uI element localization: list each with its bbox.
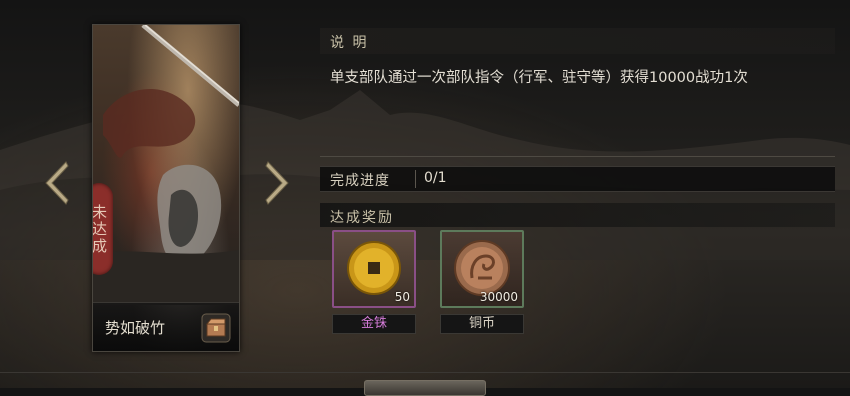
progress-value: 0/1 [424, 170, 447, 186]
rewards-header: 达成奖励 [320, 203, 835, 227]
treasure-chest-icon[interactable] [201, 313, 231, 343]
chevron-right-icon [265, 161, 289, 205]
rewards-header-label: 达成奖励 [330, 210, 394, 226]
reward-name: 金铢 [332, 314, 416, 334]
reward-quantity: 50 [394, 290, 410, 304]
description-text: 单支部队通过一次部队指令（行军、驻守等）获得10000战功1次 [330, 70, 748, 86]
progress-separator [415, 170, 416, 188]
reward-name: 铜币 [440, 314, 524, 334]
next-arrow-button[interactable] [262, 160, 292, 206]
divider [320, 156, 835, 157]
bottom-button[interactable] [364, 380, 486, 396]
description-header: 说 明 [320, 28, 835, 54]
reward-item-copper[interactable]: 30000 铜币 [440, 230, 524, 334]
progress-row: 完成进度 0/1 [320, 166, 835, 192]
progress-label: 完成进度 [330, 173, 390, 189]
reward-frame: 50 [332, 230, 416, 308]
chevron-left-icon [45, 161, 69, 205]
warrior-illustration [93, 25, 239, 305]
description-header-label: 说 明 [330, 35, 369, 51]
reward-item-gold[interactable]: 50 金铢 [332, 230, 416, 334]
achievement-card[interactable]: 未达成 势如破竹 [92, 24, 240, 352]
bottom-divider [0, 372, 850, 373]
status-stamp: 未达成 [93, 183, 113, 275]
prev-arrow-button[interactable] [42, 160, 72, 206]
reward-quantity: 30000 [479, 290, 518, 304]
card-title-bar: 势如破竹 [93, 302, 239, 351]
card-title: 势如破竹 [105, 319, 166, 337]
reward-frame: 30000 [440, 230, 524, 308]
